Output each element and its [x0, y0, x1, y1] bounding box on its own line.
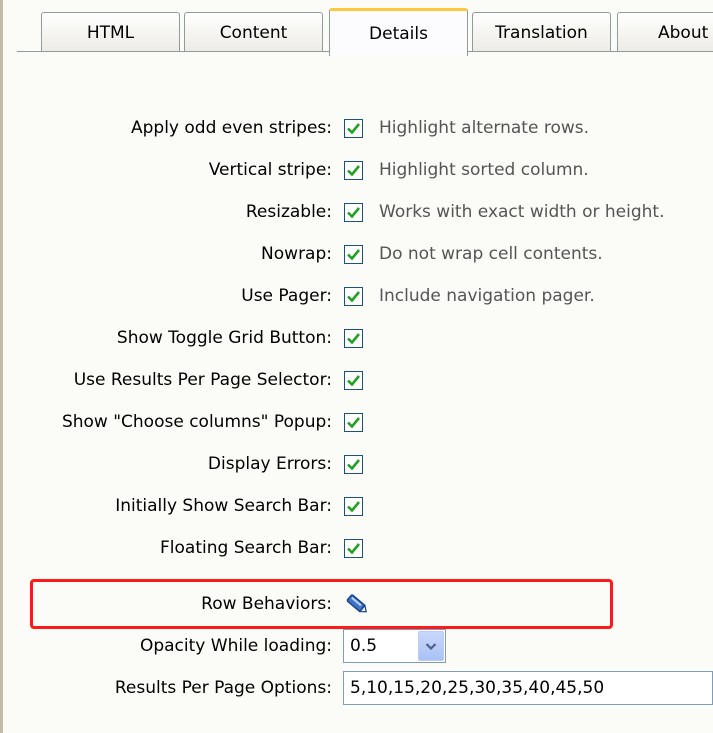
setting-label: Show Toggle Grid Button:	[116, 328, 332, 348]
check-icon	[347, 164, 361, 176]
checkbox-choose-columns-popup[interactable]	[344, 412, 363, 432]
checkbox-use-pager[interactable]	[344, 286, 363, 306]
setting-row: Initially Show Search Bar:	[3, 489, 363, 523]
row-behaviors-row: Row Behaviors:	[3, 587, 370, 621]
tab-about[interactable]: About	[617, 12, 713, 52]
setting-row: Show Toggle Grid Button:	[3, 321, 363, 355]
setting-row: Apply odd even stripes: Highlight altern…	[3, 111, 589, 145]
checkbox-vertical-stripe[interactable]	[344, 160, 363, 180]
check-icon	[347, 542, 361, 554]
setting-label: Use Results Per Page Selector:	[73, 370, 332, 390]
check-icon	[347, 416, 361, 428]
tab-label: About	[658, 22, 709, 43]
results-per-page-label: Results Per Page Options:	[114, 678, 332, 698]
tab-html[interactable]: HTML	[41, 12, 180, 52]
setting-label: Resizable:	[245, 202, 332, 222]
details-panel: HTML Content Details Translation About A…	[0, 0, 713, 733]
check-icon	[347, 458, 361, 470]
setting-hint: Include navigation pager.	[379, 286, 595, 306]
tab-translation[interactable]: Translation	[472, 12, 611, 52]
setting-label: Apply odd even stripes:	[130, 118, 332, 138]
checkbox-initially-show-search-bar[interactable]	[344, 496, 363, 516]
checkbox-toggle-grid-button[interactable]	[344, 328, 363, 348]
tab-strip: HTML Content Details Translation About	[3, 0, 713, 56]
setting-hint: Works with exact width or height.	[379, 202, 665, 222]
tab-label: Content	[219, 22, 288, 43]
setting-row: Vertical stripe: Highlight sorted column…	[3, 153, 589, 187]
results-per-page-row: Results Per Page Options:	[3, 671, 338, 705]
opacity-select[interactable]: 0.5	[343, 629, 446, 663]
check-icon	[347, 248, 361, 260]
check-icon	[347, 374, 361, 386]
opacity-label: Opacity While loading:	[139, 636, 332, 656]
pencil-edit-icon[interactable]	[344, 592, 370, 616]
checkbox-results-per-page-selector[interactable]	[344, 370, 363, 390]
tab-label: Translation	[495, 22, 588, 43]
chevron-down-icon[interactable]	[418, 631, 444, 661]
checkbox-nowrap[interactable]	[344, 244, 363, 264]
setting-label: Initially Show Search Bar:	[115, 496, 332, 516]
checkbox-display-errors[interactable]	[344, 454, 363, 474]
check-icon	[347, 290, 361, 302]
check-icon	[347, 122, 361, 134]
results-per-page-input[interactable]: 5,10,15,20,25,30,35,40,45,50	[343, 671, 713, 705]
setting-row: Floating Search Bar:	[3, 531, 363, 565]
checkbox-odd-even-stripes[interactable]	[344, 118, 363, 138]
setting-label: Display Errors:	[207, 454, 332, 474]
checkbox-resizable[interactable]	[344, 202, 363, 222]
row-behaviors-label: Row Behaviors:	[201, 594, 332, 614]
check-icon	[347, 500, 361, 512]
tab-details[interactable]: Details	[329, 8, 468, 56]
opacity-select-value: 0.5	[350, 636, 378, 656]
check-icon	[347, 332, 361, 344]
tab-label: Details	[369, 23, 428, 44]
checkbox-floating-search-bar[interactable]	[344, 538, 363, 558]
setting-row: Show "Choose columns" Popup:	[3, 405, 363, 439]
opacity-row: Opacity While loading:	[3, 629, 338, 663]
results-per-page-value: 5,10,15,20,25,30,35,40,45,50	[350, 678, 605, 698]
setting-hint: Highlight alternate rows.	[379, 118, 590, 138]
setting-label: Use Pager:	[241, 286, 332, 306]
setting-row: Resizable: Works with exact width or hei…	[3, 195, 665, 229]
check-icon	[347, 206, 361, 218]
setting-row: Use Pager: Include navigation pager.	[3, 279, 595, 313]
setting-hint: Highlight sorted column.	[379, 160, 589, 180]
setting-row: Display Errors:	[3, 447, 363, 481]
setting-hint: Do not wrap cell contents.	[379, 244, 603, 264]
setting-row: Nowrap: Do not wrap cell contents.	[3, 237, 603, 271]
setting-label: Show "Choose columns" Popup:	[61, 412, 332, 432]
tab-label: HTML	[86, 22, 135, 43]
setting-label: Floating Search Bar:	[160, 538, 332, 558]
setting-row: Use Results Per Page Selector:	[3, 363, 363, 397]
tab-content[interactable]: Content	[184, 12, 323, 52]
setting-label: Nowrap:	[261, 244, 332, 264]
setting-label: Vertical stripe:	[208, 160, 332, 180]
